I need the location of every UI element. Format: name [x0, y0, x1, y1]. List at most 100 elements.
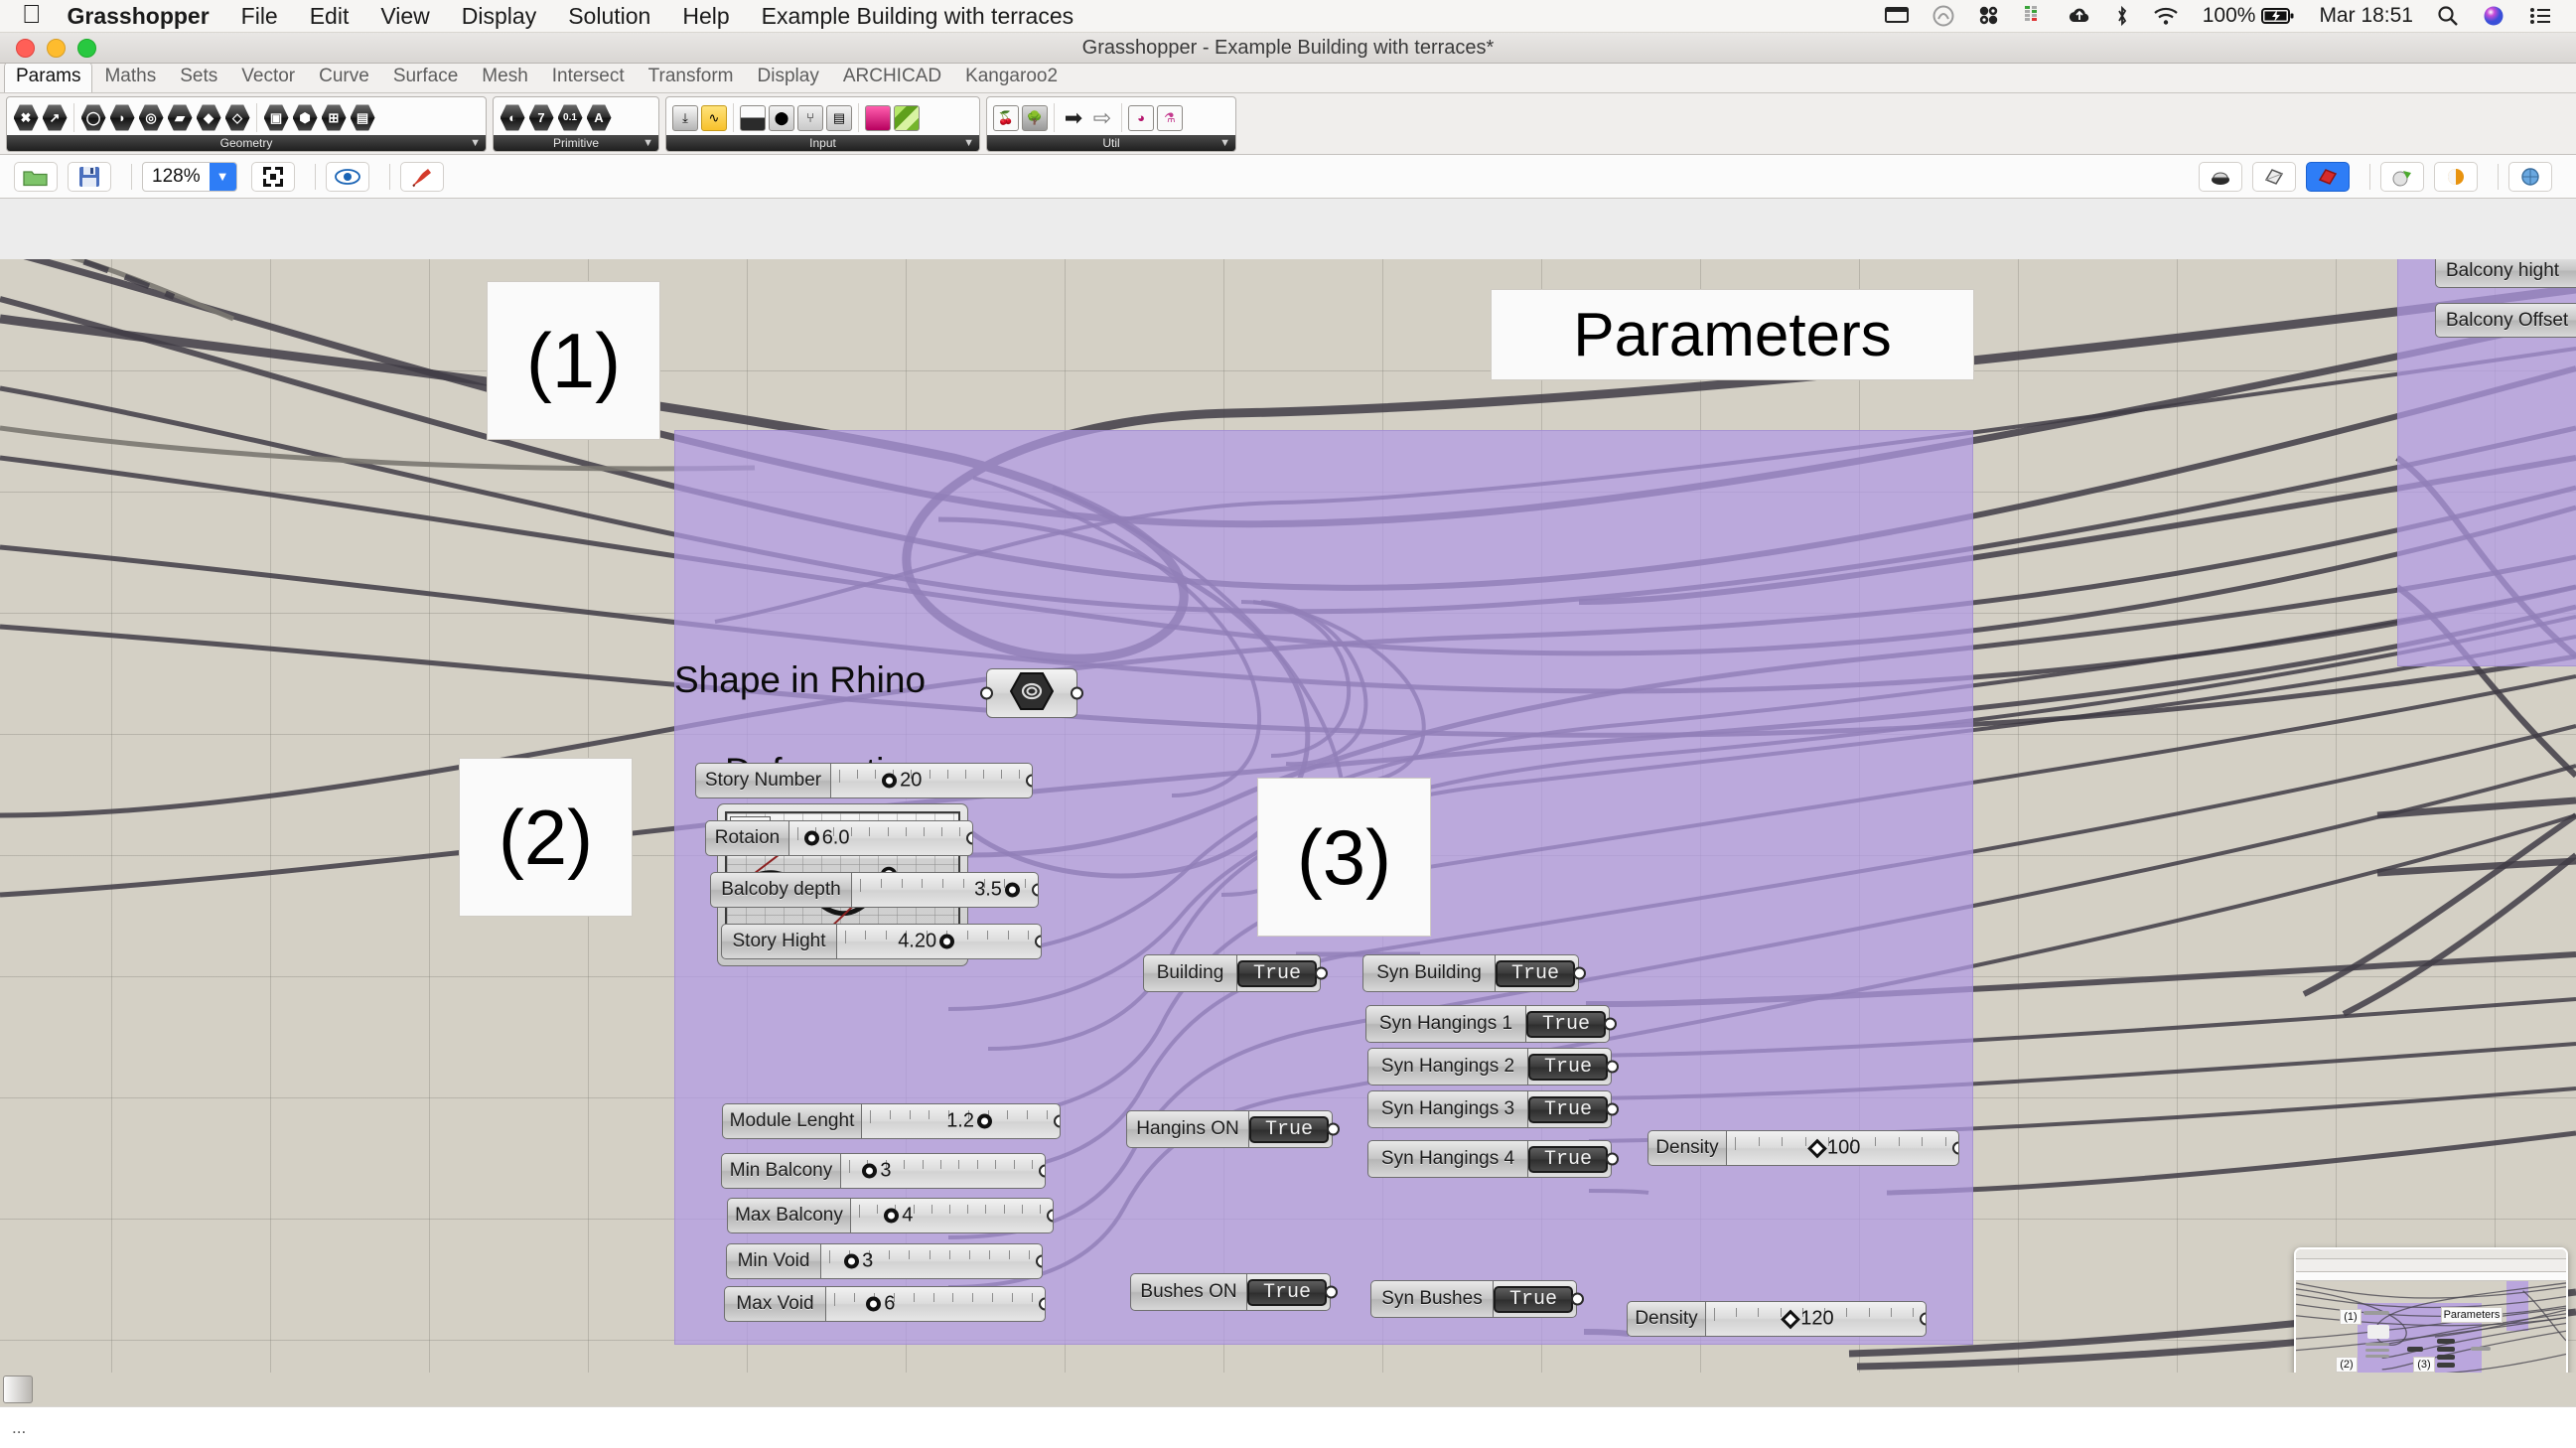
toggle-value[interactable]: True — [1494, 1285, 1574, 1313]
chevron-down-icon[interactable]: ▼ — [1219, 137, 1230, 149]
number-param-icon[interactable]: ◐ — [499, 103, 526, 133]
slider-knob[interactable] — [884, 1208, 900, 1224]
slider-min-balcony[interactable]: Min Balcony 3 — [721, 1153, 1046, 1189]
menu-item-file[interactable]: File — [241, 3, 278, 30]
toggle-body[interactable]: True — [1528, 1048, 1620, 1086]
screen-icon[interactable] — [1884, 6, 1909, 26]
button-icon[interactable]: ⬤ — [768, 103, 795, 133]
slider-balcoby-depth[interactable]: Balcoby depth 3.5 — [710, 872, 1039, 908]
tab-sets[interactable]: Sets — [168, 62, 229, 92]
stream-filter-icon[interactable]: ➡ — [1060, 103, 1087, 133]
slider-value-group[interactable]: 4 — [884, 1205, 913, 1228]
geometry-vector-icon[interactable]: ↗ — [41, 103, 69, 133]
menu-item-document-name[interactable]: Example Building with terraces — [762, 3, 1073, 30]
toggle-value[interactable]: True — [1237, 959, 1318, 987]
cloud-upload-icon[interactable] — [2068, 7, 2091, 25]
annotation-3[interactable]: (3) — [1257, 778, 1431, 937]
slider-track[interactable]: 6.0 — [789, 820, 973, 856]
output-port[interactable] — [1039, 1164, 1045, 1178]
toggle-body[interactable]: True — [1528, 1090, 1620, 1128]
output-port[interactable] — [1315, 966, 1329, 980]
menu-item-solution[interactable]: Solution — [568, 3, 650, 30]
toggle-body[interactable]: True — [1526, 1005, 1618, 1043]
gradient-icon[interactable] — [864, 103, 892, 133]
slider-track[interactable]: 6 — [826, 1286, 1046, 1322]
toggle-syn-hangings-2[interactable]: Syn Hangings 2 True — [1367, 1048, 1620, 1086]
slider-knob[interactable] — [1781, 1309, 1801, 1329]
node-balcony-hight[interactable]: Balcony hight — [2435, 259, 2576, 288]
jump-icon[interactable]: ◕ — [1127, 103, 1155, 133]
geometry-x-icon[interactable]: ✖ — [12, 103, 40, 133]
tab-transform[interactable]: Transform — [637, 62, 746, 92]
slider-density-bushes[interactable]: Density 120 — [1627, 1301, 1927, 1337]
ribbon-panel-caption-geometry[interactable]: Geometry ▼ — [7, 135, 486, 151]
toggle-value[interactable]: True — [1526, 1010, 1607, 1038]
toggle-value[interactable]: True — [1528, 1053, 1609, 1081]
menu-item-edit[interactable]: Edit — [310, 3, 350, 30]
toggle-hangins-on[interactable]: Hangins ON True — [1126, 1110, 1341, 1148]
apple-icon[interactable]:  — [22, 1, 42, 27]
import-icon[interactable]: ⤓ — [671, 103, 699, 133]
colour-swatch-icon[interactable] — [893, 103, 921, 133]
slider-min-void[interactable]: Min Void 3 — [726, 1243, 1043, 1279]
tab-vector[interactable]: Vector — [229, 62, 307, 92]
output-port[interactable] — [1325, 1285, 1339, 1299]
shape-in-rhino-param[interactable] — [980, 668, 1083, 718]
node-balcony-offset[interactable]: Balcony Offset — [2435, 303, 2576, 338]
toggle-syn-hangings-3[interactable]: Syn Hangings 3 True — [1367, 1090, 1620, 1128]
slider-rotaion[interactable]: Rotaion 6.0 — [705, 820, 973, 856]
flask-icon[interactable]: ⚗ — [1156, 103, 1184, 133]
slider-track[interactable]: 3 — [841, 1153, 1046, 1189]
slider-knob[interactable] — [1807, 1138, 1827, 1158]
slider-track[interactable]: 4 — [851, 1198, 1054, 1233]
save-file-button[interactable] — [68, 161, 111, 192]
slider-module-lenght[interactable]: Module Lenght 1.2 — [722, 1103, 1061, 1139]
box-param-icon[interactable]: ▰ — [166, 103, 194, 133]
toggle-body[interactable]: True — [1237, 954, 1329, 992]
surface-param-icon[interactable]: ◎ — [137, 103, 165, 133]
sketch-pen-button[interactable] — [399, 161, 444, 192]
tab-intersect[interactable]: Intersect — [540, 62, 637, 92]
output-port[interactable] — [1047, 1209, 1053, 1223]
slider-value-group[interactable]: 20 — [882, 770, 922, 793]
slider-value-group[interactable]: 3 — [862, 1160, 892, 1183]
tab-params[interactable]: Params — [4, 62, 93, 92]
cherry-picker-icon[interactable]: 🍒 — [992, 103, 1020, 133]
tab-kangaroo2[interactable]: Kangaroo2 — [953, 62, 1070, 92]
curve-param-icon[interactable]: ◗ — [108, 103, 136, 133]
output-port[interactable] — [966, 831, 972, 845]
slider-max-void[interactable]: Max Void 6 — [724, 1286, 1046, 1322]
slider-track[interactable]: 3 — [821, 1243, 1043, 1279]
panel-icon[interactable]: ▤ — [825, 103, 853, 133]
slider-track[interactable]: 1.2 — [862, 1103, 1061, 1139]
rectangle-param-icon[interactable]: ◇ — [223, 103, 251, 133]
slider-track[interactable]: 120 — [1706, 1301, 1927, 1337]
chevron-down-icon[interactable]: ▼ — [209, 162, 236, 191]
chevron-down-icon[interactable]: ▼ — [470, 137, 481, 149]
slider-value-group[interactable]: 6 — [866, 1293, 895, 1316]
output-port[interactable] — [1026, 774, 1032, 788]
ribbon-panel-caption-util[interactable]: Util ▼ — [987, 135, 1235, 151]
menu-item-display[interactable]: Display — [462, 3, 536, 30]
data-tree-icon[interactable]: 🌳 — [1021, 103, 1049, 133]
toggle-body[interactable]: True — [1494, 1280, 1585, 1318]
tab-display[interactable]: Display — [746, 62, 831, 92]
tab-maths[interactable]: Maths — [92, 62, 168, 92]
output-port[interactable] — [1573, 966, 1587, 980]
tab-mesh[interactable]: Mesh — [470, 62, 539, 92]
draw-icons-button[interactable] — [2380, 161, 2424, 192]
output-port[interactable] — [1920, 1312, 1926, 1326]
slider-track[interactable]: 100 — [1727, 1130, 1959, 1166]
toggle-syn-bushes[interactable]: Syn Bushes True — [1370, 1280, 1585, 1318]
settings-sphere-button[interactable] — [2508, 161, 2552, 192]
slider-max-balcony[interactable]: Max Balcony 4 — [727, 1198, 1054, 1233]
zoom-level-control[interactable]: 128% ▼ — [142, 161, 237, 192]
toggle-value[interactable]: True — [1496, 959, 1576, 987]
plane-param-icon[interactable]: ◆ — [195, 103, 222, 133]
output-port[interactable] — [1571, 1292, 1585, 1306]
stream-gate-icon[interactable]: ⇨ — [1088, 103, 1116, 133]
output-port[interactable] — [1039, 1297, 1045, 1311]
annotation-1[interactable]: (1) — [487, 281, 660, 440]
toggle-body[interactable]: True — [1249, 1110, 1341, 1148]
output-port[interactable] — [1604, 1017, 1618, 1031]
